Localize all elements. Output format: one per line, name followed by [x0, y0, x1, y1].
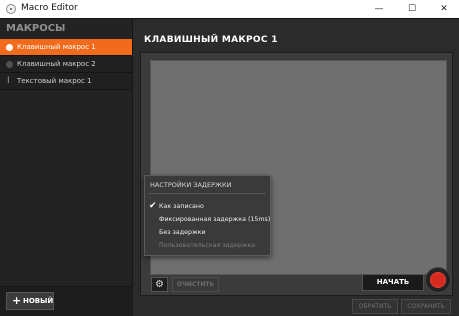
sidebar-header: МАКРОСЫ: [6, 23, 66, 34]
minimize-button[interactable]: —: [364, 0, 394, 18]
macro-item-label: Клавишный макрос 1: [17, 43, 96, 51]
window-title: Macro Editor: [21, 3, 78, 13]
record-icon: [430, 272, 446, 288]
close-button[interactable]: ✕: [429, 0, 459, 18]
plus-icon: +: [12, 294, 22, 307]
macro-editor-window: МАКРОСЫ Клавишный макрос 1 Клавишный мак…: [0, 18, 459, 316]
macro-sidebar: МАКРОСЫ Клавишный макрос 1 Клавишный мак…: [0, 19, 133, 316]
new-macro-button[interactable]: + НОВЫЙ: [6, 292, 54, 310]
macro-panel: ⚙ ОЧИСТИТЬ НАЧАТЬ: [140, 52, 453, 296]
cancel-button[interactable]: ОБРАТИТЬ: [352, 299, 398, 314]
macro-item-text-1[interactable]: I Текстовый макрос 1: [0, 73, 132, 90]
title-bar: Macro Editor — ☐ ✕: [0, 0, 459, 18]
text-cursor-icon: I: [7, 76, 10, 86]
clear-button[interactable]: ОЧИСТИТЬ: [172, 277, 219, 292]
save-button[interactable]: СОХРАНИТЬ: [401, 299, 451, 314]
dot-icon: [6, 44, 13, 51]
menu-item-label: Фиксированная задержка (15ms): [159, 216, 271, 223]
start-button[interactable]: НАЧАТЬ: [362, 274, 424, 291]
menu-item-label: Как записано: [159, 203, 204, 210]
dot-icon: [6, 61, 13, 68]
page-title: КЛАВИШНЫЙ МАКРОС 1: [144, 35, 278, 45]
macro-item-keyboard-2[interactable]: Клавишный макрос 2: [0, 56, 132, 73]
app-icon: [6, 4, 16, 14]
macro-item-label: Текстовый макрос 1: [17, 77, 92, 85]
delay-settings-menu: НАСТРОЙКИ ЗАДЕРЖКИ ✔ Как записано Фиксир…: [144, 175, 271, 256]
delay-option-fixed[interactable]: Фиксированная задержка (15ms): [150, 214, 270, 226]
macro-item-keyboard-1[interactable]: Клавишный макрос 1: [0, 39, 132, 56]
delay-option-none[interactable]: Без задержки: [150, 227, 265, 239]
menu-divider: [149, 193, 266, 194]
macro-main-panel: КЛАВИШНЫЙ МАКРОС 1 ⚙ ОЧИСТИТЬ НАЧАТЬ ОБР…: [133, 19, 459, 316]
delay-menu-title: НАСТРОЙКИ ЗАДЕРЖКИ: [150, 181, 232, 189]
sidebar-footer: + НОВЫЙ: [0, 286, 133, 316]
new-button-label: НОВЫЙ: [23, 297, 54, 305]
macro-item-label: Клавишный макрос 2: [17, 60, 96, 68]
menu-item-label: Без задержки: [159, 229, 206, 236]
bottom-action-bar: ОБРАТИТЬ СОХРАНИТЬ: [133, 298, 459, 316]
record-button[interactable]: [425, 267, 451, 293]
delay-option-custom: Пользовательская задержка: [150, 240, 265, 252]
maximize-button[interactable]: ☐: [397, 0, 427, 18]
gear-icon[interactable]: ⚙: [151, 277, 168, 292]
check-icon: ✔: [149, 201, 157, 211]
menu-item-label: Пользовательская задержка: [159, 242, 256, 249]
delay-option-as-recorded[interactable]: ✔ Как записано: [149, 201, 265, 213]
